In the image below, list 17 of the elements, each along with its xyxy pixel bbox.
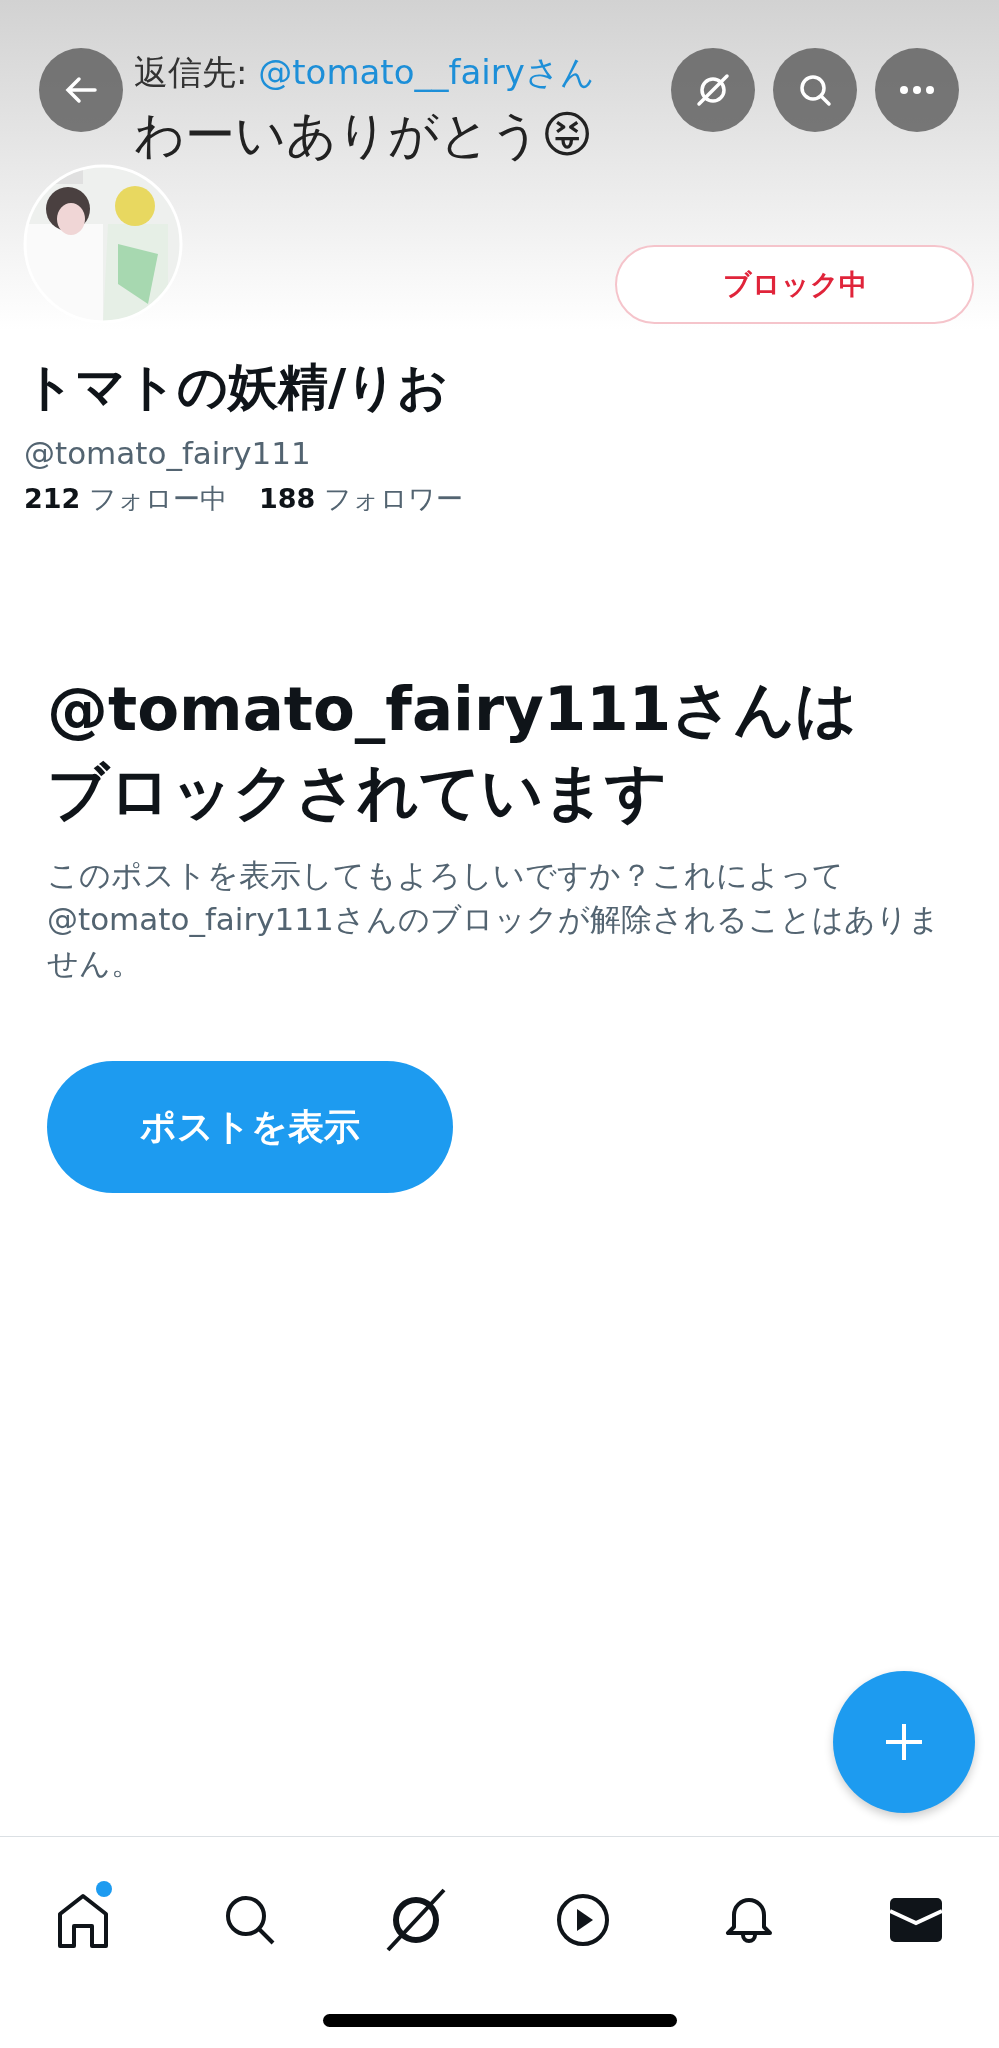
followers-count[interactable]: 188 フォロワー [258, 481, 463, 517]
profile-name: トマトの妖精/りお [24, 357, 450, 418]
profile-handle: @tomato_fairy111 [24, 435, 312, 471]
home-icon [56, 1892, 110, 1948]
compose-button[interactable] [833, 1671, 975, 1813]
tweet-text: わーいありがとう😝 [134, 105, 594, 166]
blocked-button[interactable]: ブロック中 [615, 245, 974, 324]
mail-icon [888, 1897, 943, 1943]
blocked-message: このポストを表示してもよろしいですか？これによって@tomato_fairy111さんのブロックが解除されることはありません。 [47, 856, 941, 983]
blocked-heading: ブロックされています [47, 755, 668, 829]
reply-handle-link[interactable]: @tomato__fairyさん [258, 52, 595, 92]
following-count[interactable]: 212 フォロー中 [24, 481, 227, 517]
blocked-heading: @tomato_fairy111さんは [47, 672, 859, 746]
more-icon [897, 84, 937, 96]
show-post-button[interactable]: ポストを表示 [47, 1061, 453, 1193]
reply-to-text: 返信先: @tomato__fairyさん [134, 51, 595, 94]
play-icon [555, 1893, 610, 1947]
